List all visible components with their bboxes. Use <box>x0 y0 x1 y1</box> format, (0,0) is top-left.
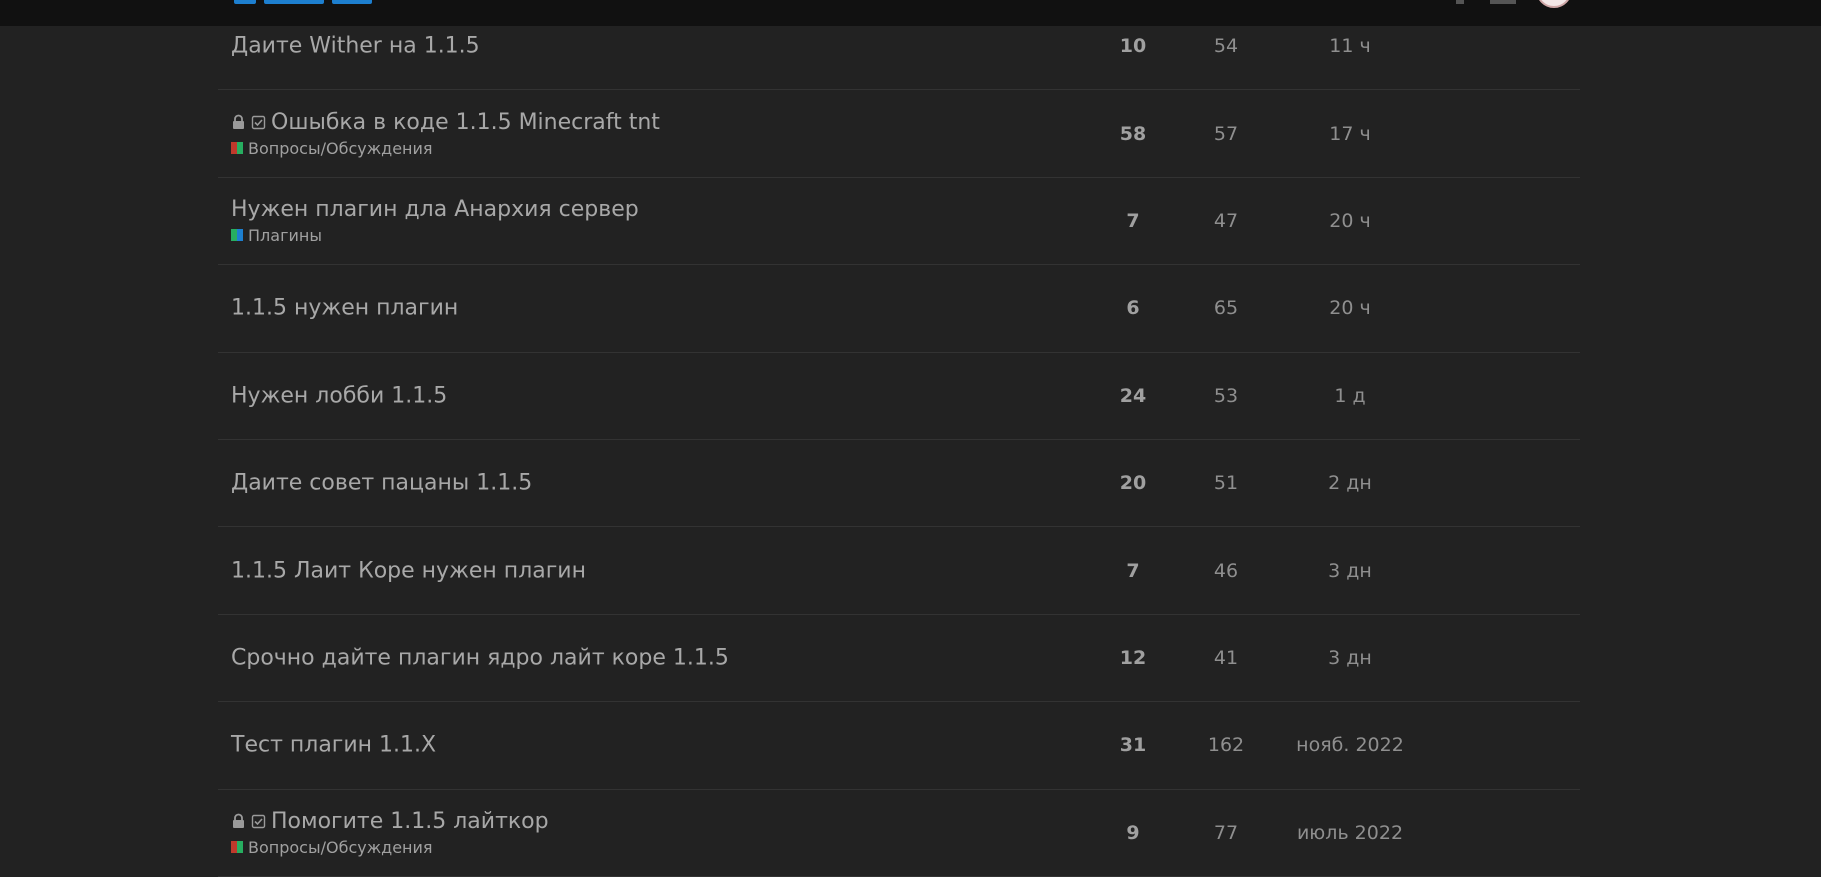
category-label: Плагины <box>248 225 322 245</box>
topic-title-line: 1.1.5 Лаит Коре нужен плагин <box>231 558 586 583</box>
topic-title[interactable]: Нужен лобби 1.1.5 <box>231 383 447 408</box>
replies-count[interactable]: 9 <box>1088 822 1178 844</box>
replies-count[interactable]: 24 <box>1088 385 1178 407</box>
topic-row[interactable]: Даите Wither на 1.1.5 10 54 11 ч <box>218 3 1580 91</box>
activity-time[interactable]: 3 дн <box>1265 560 1435 582</box>
solved-checkbox-icon <box>251 813 266 829</box>
topic-main: Тест плагин 1.1.X <box>231 733 436 758</box>
views-count: 162 <box>1207 734 1245 757</box>
topic-list: Даите Wither на 1.1.5 10 54 11 ч Ошыбка … <box>218 3 1580 877</box>
views-count: 57 <box>1213 122 1239 145</box>
topic-row[interactable]: Даите совет пацаны 1.1.5 20 51 2 дн <box>218 440 1580 528</box>
category-label: Вопросы/Обсуждения <box>248 138 433 158</box>
views-count: 41 <box>1213 646 1239 669</box>
replies-count[interactable]: 6 <box>1088 297 1178 319</box>
category-badge-icon <box>231 841 243 854</box>
views-count: 51 <box>1213 472 1239 495</box>
replies-count[interactable]: 58 <box>1088 123 1178 145</box>
views-count: 65 <box>1213 297 1239 320</box>
views-count: 47 <box>1213 209 1239 232</box>
topic-main: Нужен лобби 1.1.5 <box>231 383 447 408</box>
activity-time[interactable]: 20 ч <box>1265 210 1435 232</box>
topic-main: Помогите 1.1.5 лайткор Вопросы/Обсуждени… <box>231 809 549 857</box>
replies-count[interactable]: 10 <box>1088 35 1178 57</box>
views-count: 46 <box>1213 559 1239 582</box>
category-badge-icon <box>231 229 243 242</box>
topic-title-line: Ошыбка в коде 1.1.5 Minecraft tnt <box>231 110 660 135</box>
topic-row[interactable]: Нужен плагин дла Анархия сервер Плагины … <box>218 178 1580 266</box>
topic-title-line: 1.1.5 нужен плагин <box>231 296 458 321</box>
topic-title[interactable]: Помогите 1.1.5 лайткор <box>271 809 549 834</box>
topic-title[interactable]: Даите совет пацаны 1.1.5 <box>231 471 532 496</box>
activity-time[interactable]: 17 ч <box>1265 123 1435 145</box>
topic-title[interactable]: Ошыбка в коде 1.1.5 Minecraft tnt <box>271 110 660 135</box>
topic-category[interactable]: Плагины <box>231 226 639 245</box>
topic-title-line: Тест плагин 1.1.X <box>231 733 436 758</box>
topic-title[interactable]: Срочно дайте плагин ядро лайт коре 1.1.5 <box>231 645 729 670</box>
activity-time[interactable]: 20 ч <box>1265 297 1435 319</box>
topic-title[interactable]: 1.1.5 нужен плагин <box>231 296 458 321</box>
topic-row[interactable]: Нужен лобби 1.1.5 24 53 1 д <box>218 353 1580 440</box>
topic-title-line: Нужен лобби 1.1.5 <box>231 383 447 408</box>
topic-main: Даите совет пацаны 1.1.5 <box>231 471 532 496</box>
activity-time[interactable]: 3 дн <box>1265 647 1435 669</box>
topic-title[interactable]: Тест плагин 1.1.X <box>231 733 436 758</box>
topic-main: Нужен плагин дла Анархия сервер Плагины <box>231 197 639 245</box>
replies-count[interactable]: 31 <box>1088 734 1178 756</box>
topic-category[interactable]: Вопросы/Обсуждения <box>231 139 660 158</box>
topic-main: Срочно дайте плагин ядро лайт коре 1.1.5 <box>231 645 729 670</box>
topic-main: 1.1.5 Лаит Коре нужен плагин <box>231 558 586 583</box>
topic-row[interactable]: Ошыбка в коде 1.1.5 Minecraft tnt Вопрос… <box>218 90 1580 178</box>
topic-main: 1.1.5 нужен плагин <box>231 296 458 321</box>
topic-title-line: Срочно дайте плагин ядро лайт коре 1.1.5 <box>231 645 729 670</box>
category-badge-icon <box>231 142 243 155</box>
activity-time[interactable]: нояб. 2022 <box>1265 734 1435 756</box>
activity-time[interactable]: июль 2022 <box>1265 822 1435 844</box>
topic-row[interactable]: Помогите 1.1.5 лайткор Вопросы/Обсуждени… <box>218 790 1580 877</box>
topic-title-line: Даите совет пацаны 1.1.5 <box>231 471 532 496</box>
views-count: 77 <box>1213 821 1239 844</box>
activity-time[interactable]: 11 ч <box>1265 35 1435 57</box>
topic-category[interactable]: Вопросы/Обсуждения <box>231 838 549 857</box>
topic-row[interactable]: Срочно дайте плагин ядро лайт коре 1.1.5… <box>218 615 1580 703</box>
lock-icon <box>231 114 246 130</box>
topic-row[interactable]: 1.1.5 нужен плагин 6 65 20 ч <box>218 265 1580 353</box>
activity-time[interactable]: 1 д <box>1265 385 1435 407</box>
topic-main: Даите Wither на 1.1.5 <box>231 34 480 59</box>
replies-count[interactable]: 7 <box>1088 210 1178 232</box>
replies-count[interactable]: 12 <box>1088 647 1178 669</box>
replies-count[interactable]: 20 <box>1088 472 1178 494</box>
activity-time[interactable]: 2 дн <box>1265 472 1435 494</box>
topic-row[interactable]: Тест плагин 1.1.X 31 162 нояб. 2022 <box>218 702 1580 790</box>
topic-main: Ошыбка в коде 1.1.5 Minecraft tnt Вопрос… <box>231 110 660 158</box>
solved-checkbox-icon <box>251 114 266 130</box>
replies-count[interactable]: 7 <box>1088 560 1178 582</box>
topic-row[interactable]: 1.1.5 Лаит Коре нужен плагин 7 46 3 дн <box>218 527 1580 615</box>
topic-title[interactable]: Нужен плагин дла Анархия сервер <box>231 197 639 222</box>
topic-title-line: Нужен плагин дла Анархия сервер <box>231 197 639 222</box>
lock-icon <box>231 813 246 829</box>
views-count: 53 <box>1213 384 1239 407</box>
views-count: 54 <box>1213 35 1239 58</box>
topic-title[interactable]: 1.1.5 Лаит Коре нужен плагин <box>231 558 586 583</box>
topic-title[interactable]: Даите Wither на 1.1.5 <box>231 34 480 59</box>
category-label: Вопросы/Обсуждения <box>248 837 433 857</box>
topic-title-line: Помогите 1.1.5 лайткор <box>231 809 549 834</box>
topic-title-line: Даите Wither на 1.1.5 <box>231 34 480 59</box>
